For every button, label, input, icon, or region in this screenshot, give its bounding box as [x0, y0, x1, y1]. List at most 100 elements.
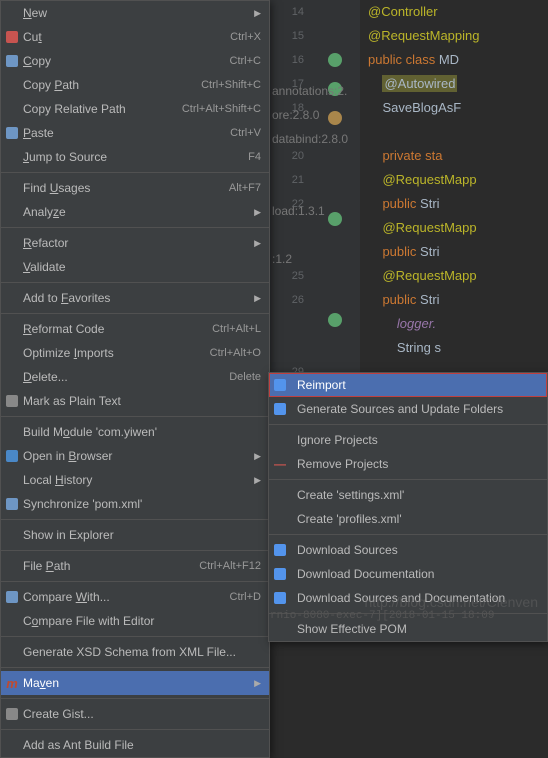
menu-item-copy-relative-path[interactable]: Copy Relative PathCtrl+Alt+Shift+C	[1, 97, 269, 121]
menu-item-copy-path[interactable]: Copy PathCtrl+Shift+C	[1, 73, 269, 97]
menu-item-create-gist[interactable]: Create Gist...	[1, 702, 269, 726]
menu-item-find-usages[interactable]: Find UsagesAlt+F7	[1, 176, 269, 200]
code-line: @RequestMapp	[360, 264, 548, 288]
menu-item-label: Paste	[23, 126, 230, 140]
bg-annotation: ore:2.8.0	[272, 108, 319, 122]
cut-icon	[6, 31, 18, 43]
sync-icon	[6, 498, 18, 510]
context-menu: New▶CutCtrl+XCopyCtrl+CCopy PathCtrl+Shi…	[0, 0, 270, 758]
menu-separator	[1, 667, 269, 668]
code-line: public Stri	[360, 240, 548, 264]
submenu-arrow-icon: ▶	[254, 451, 261, 462]
code-line: @RequestMapp	[360, 168, 548, 192]
menu-separator	[1, 416, 269, 417]
menu-item-optimize-imports[interactable]: Optimize ImportsCtrl+Alt+O	[1, 341, 269, 365]
menu-item-jump-to-source[interactable]: Jump to SourceF4	[1, 145, 269, 169]
menu-item-synchronize-pom-xml[interactable]: Synchronize 'pom.xml'	[1, 492, 269, 516]
remove-icon: —	[274, 457, 286, 471]
menu-item-new[interactable]: New▶	[1, 1, 269, 25]
menu-item-remove-projects[interactable]: — Remove Projects	[269, 452, 547, 476]
menu-item-delete[interactable]: Delete...Delete	[1, 365, 269, 389]
shortcut-label: Ctrl+X	[230, 31, 261, 43]
globe-icon	[6, 450, 18, 462]
menu-item-paste[interactable]: PasteCtrl+V	[1, 121, 269, 145]
shortcut-label: Ctrl+Alt+L	[212, 323, 261, 335]
menu-item-maven[interactable]: mMaven▶	[1, 671, 269, 695]
menu-item-reformat-code[interactable]: Reformat CodeCtrl+Alt+L	[1, 317, 269, 341]
menu-item-copy[interactable]: CopyCtrl+C	[1, 49, 269, 73]
menu-separator	[269, 479, 547, 480]
menu-item-label: Create 'settings.xml'	[297, 488, 539, 502]
code-line: private sta	[360, 144, 548, 168]
menu-item-label: New	[23, 6, 246, 20]
menu-item-label: Create Gist...	[23, 707, 261, 721]
menu-item-label: Maven	[23, 676, 246, 690]
menu-item-label: Copy Path	[23, 78, 201, 92]
download-icon	[274, 544, 286, 556]
menu-item-reimport[interactable]: Reimport	[269, 373, 547, 397]
menu-item-compare-file-with-editor[interactable]: Compare File with Editor	[1, 609, 269, 633]
menu-item-create-settings-xml[interactable]: Create 'settings.xml'	[269, 483, 547, 507]
menu-item-label: Synchronize 'pom.xml'	[23, 497, 261, 511]
menu-item-compare-with[interactable]: Compare With...Ctrl+D	[1, 585, 269, 609]
menu-item-label: Delete...	[23, 370, 229, 384]
menu-item-label: Validate	[23, 260, 261, 274]
menu-separator	[1, 313, 269, 314]
menu-item-label: Download Sources	[297, 543, 539, 557]
menu-item-validate[interactable]: Validate	[1, 255, 269, 279]
menu-item-add-to-favorites[interactable]: Add to Favorites ▶	[1, 286, 269, 310]
compare-icon	[6, 591, 18, 603]
reimport-icon	[274, 379, 286, 391]
text-icon	[6, 395, 18, 407]
menu-item-generate-xsd-schema-from-xml-file[interactable]: Generate XSD Schema from XML File...	[1, 640, 269, 664]
menu-item-label: Ignore Projects	[297, 433, 539, 447]
menu-item-label: Add to Favorites	[23, 291, 246, 305]
menu-item-mark-as-plain-text[interactable]: Mark as Plain Text	[1, 389, 269, 413]
console-footer: rnio-8080-exec-7][2018-01-15 18:09	[270, 610, 494, 622]
menu-item-label: Find Usages	[23, 181, 229, 195]
shortcut-label: Delete	[229, 371, 261, 383]
menu-item-label: Local History	[23, 473, 246, 487]
menu-item-cut[interactable]: CutCtrl+X	[1, 25, 269, 49]
menu-item-label: File Path	[23, 559, 199, 573]
menu-item-local-history[interactable]: Local History ▶	[1, 468, 269, 492]
menu-item-refactor[interactable]: Refactor▶	[1, 231, 269, 255]
watermark: http://blog.csdn.net/Cienven	[364, 594, 538, 610]
menu-item-ignore-projects[interactable]: Ignore Projects	[269, 428, 547, 452]
submenu-arrow-icon: ▶	[254, 238, 261, 249]
submenu-arrow-icon: ▶	[254, 475, 261, 486]
menu-item-create-profiles-xml[interactable]: Create 'profiles.xml'	[269, 507, 547, 531]
download-icon	[274, 592, 286, 604]
menu-item-label: Add as Ant Build File	[23, 738, 261, 752]
bg-annotation: databind:2.8.0	[272, 132, 348, 146]
menu-item-label: Copy Relative Path	[23, 102, 182, 116]
menu-separator	[1, 636, 269, 637]
menu-separator	[1, 282, 269, 283]
shortcut-label: Ctrl+D	[230, 591, 261, 603]
code-line: public Stri	[360, 288, 548, 312]
code-line: @Autowired	[360, 72, 548, 96]
menu-item-add-as-ant-build-file[interactable]: Add as Ant Build File	[1, 733, 269, 757]
shortcut-label: Ctrl+Shift+C	[201, 79, 261, 91]
menu-separator	[1, 227, 269, 228]
menu-item-label: Show Effective POM	[297, 622, 539, 636]
menu-item-analyze[interactable]: Analyze▶	[1, 200, 269, 224]
menu-item-generate-sources-and-update-folders[interactable]: Generate Sources and Update Folders	[269, 397, 547, 421]
menu-item-show-in-explorer[interactable]: Show in Explorer	[1, 523, 269, 547]
submenu-arrow-icon: ▶	[254, 293, 261, 304]
menu-item-label: Download Documentation	[297, 567, 539, 581]
shortcut-label: Ctrl+Alt+Shift+C	[182, 103, 261, 115]
code-line: @Controller	[360, 0, 548, 24]
shortcut-label: Ctrl+Alt+F12	[199, 560, 261, 572]
menu-item-download-documentation[interactable]: Download Documentation	[269, 562, 547, 586]
menu-item-open-in-browser[interactable]: Open in Browser▶	[1, 444, 269, 468]
menu-item-build-module-com-yiwen[interactable]: Build Module 'com.yiwen'	[1, 420, 269, 444]
menu-item-label: Optimize Imports	[23, 346, 210, 360]
generate-icon	[274, 403, 286, 415]
menu-item-file-path[interactable]: File PathCtrl+Alt+F12	[1, 554, 269, 578]
menu-separator	[269, 424, 547, 425]
submenu-arrow-icon: ▶	[254, 678, 261, 689]
menu-item-label: Remove Projects	[297, 457, 539, 471]
menu-item-label: Mark as Plain Text	[23, 394, 261, 408]
menu-item-download-sources[interactable]: Download Sources	[269, 538, 547, 562]
